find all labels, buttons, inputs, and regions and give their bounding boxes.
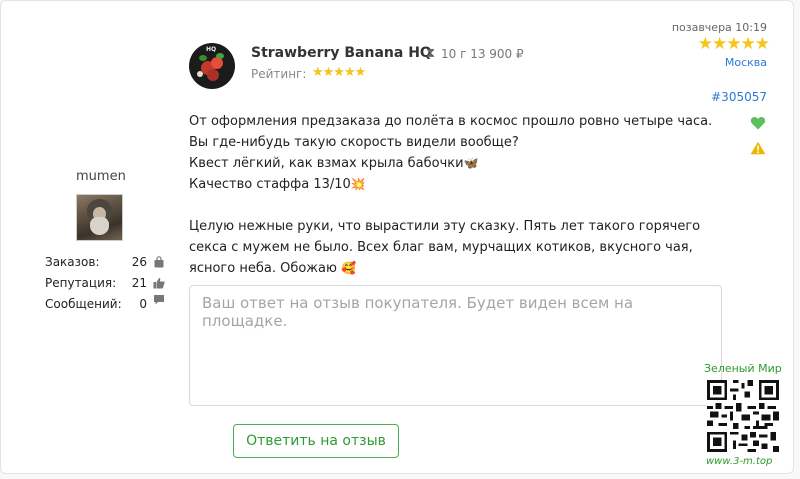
butterfly-emoji: 🦋 — [463, 156, 479, 170]
qr-code-icon — [707, 380, 779, 452]
stat-reputation-value: 21 — [131, 276, 147, 290]
shop-avatar[interactable]: HQ — [189, 43, 235, 89]
stat-messages-value: 0 — [139, 297, 147, 311]
review-card: mumen Заказов: 26 Репутация: 21 Сообщени… — [0, 0, 794, 474]
bag-icon — [154, 256, 164, 268]
review-line: От оформления предзаказа до полёта в кос… — [189, 114, 713, 129]
review-line: секса с мужем не было. Всех благ вам, му… — [189, 240, 693, 255]
stat-reputation: Репутация: 21 — [45, 276, 165, 294]
review-rating-stars: ★★★★★ — [697, 34, 770, 54]
hourglass-icon: ⧗ — [426, 46, 436, 61]
city-link[interactable]: Москва — [725, 56, 767, 69]
review-line: Целую нежные руки, что вырастили эту ска… — [189, 219, 701, 234]
reviewer-name[interactable]: mumen — [76, 169, 126, 184]
message-icon — [154, 295, 164, 305]
order-id-link[interactable]: #305057 — [711, 90, 767, 104]
collision-emoji: 💥 — [350, 177, 366, 191]
stat-messages: Сообщений: 0 — [45, 295, 165, 315]
shop-rating-stars: ★★★★★ — [312, 65, 366, 80]
rating-label: Рейтинг: — [251, 67, 307, 81]
shop-name[interactable]: Strawberry Banana HQ — [251, 45, 432, 61]
review-line: Качество стаффа 13/10💥 — [189, 177, 366, 192]
review-line: Квест лёгкий, как взмах крыла бабочки🦋 — [189, 156, 479, 171]
stat-messages-label: Сообщений: — [45, 297, 122, 311]
stat-reputation-label: Репутация: — [45, 276, 117, 290]
reply-textarea[interactable] — [189, 285, 722, 406]
shop-avatar-text: HQ — [206, 46, 217, 53]
review-line: Вы где-нибудь такую скорость видели вооб… — [189, 135, 519, 150]
smiling-hearts-emoji: 🥰 — [341, 261, 357, 275]
reviewer-avatar[interactable] — [76, 194, 123, 241]
review-line: ясного неба. Обожаю 🥰 — [189, 261, 357, 276]
stat-orders: Заказов: 26 — [45, 255, 165, 273]
product-weight-price: 10 г 13 900 ₽ — [441, 47, 524, 61]
heart-icon[interactable] — [750, 115, 766, 131]
review-date: позавчера 10:19 — [671, 21, 767, 34]
reply-button[interactable]: Ответить на отзыв — [233, 424, 399, 458]
warning-icon[interactable] — [750, 141, 766, 155]
watermark-title: Зеленый Мир — [704, 362, 782, 375]
thumbs-up-icon — [153, 277, 165, 289]
review-body: От оформления предзаказа до полёта в кос… — [189, 111, 729, 279]
stat-orders-label: Заказов: — [45, 255, 100, 269]
stat-orders-value: 26 — [131, 255, 147, 269]
watermark-url: www.3-m.top — [706, 456, 773, 467]
